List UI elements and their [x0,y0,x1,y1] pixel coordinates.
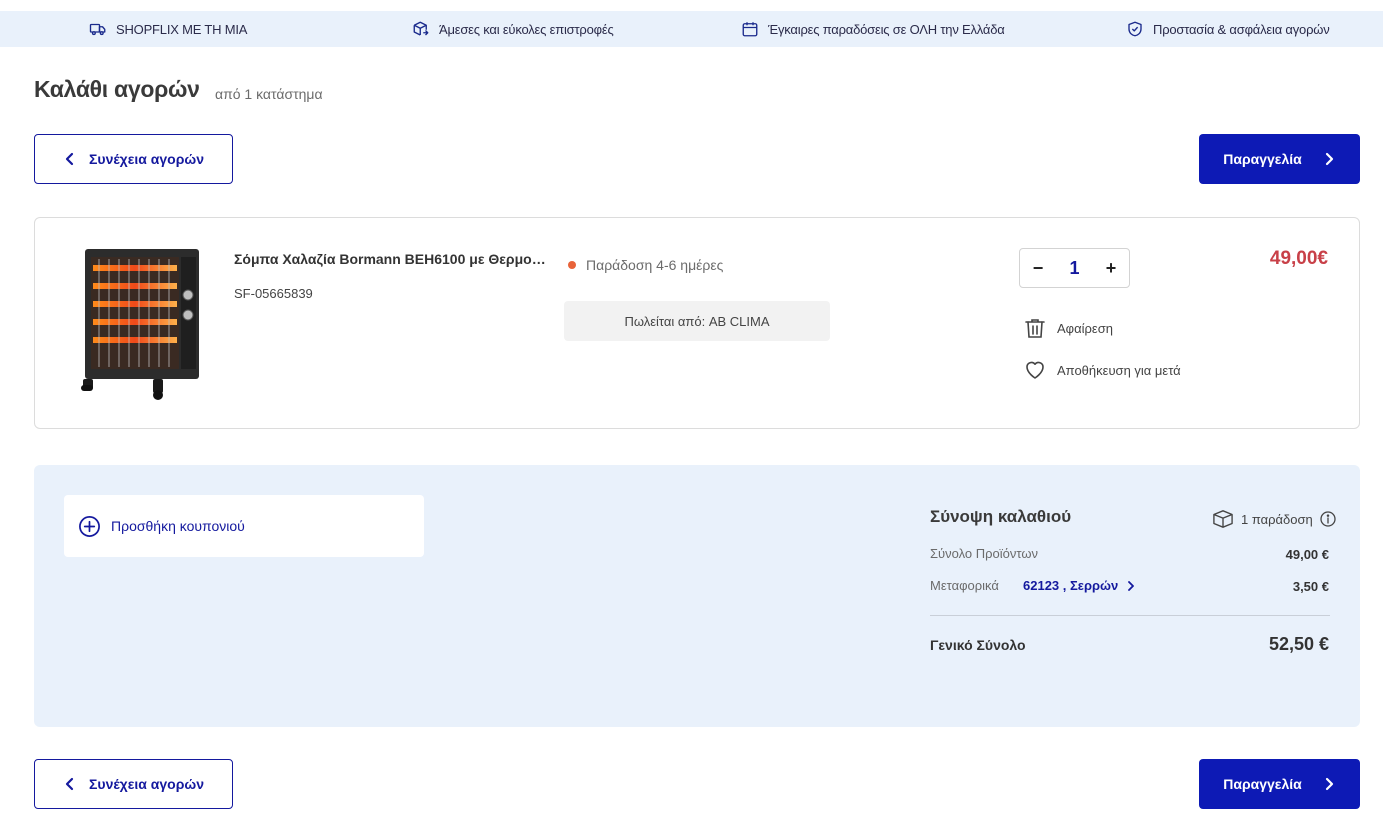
chevron-left-icon [65,777,74,791]
plus-circle-icon [79,515,100,537]
quantity-stepper: − 1 + [1019,248,1130,288]
chevron-right-icon [1325,152,1333,166]
item-price: 49,00€ [1269,248,1328,269]
truck-icon [89,23,106,36]
cart-summary-panel: Προσθήκη κουπονιού Σύνοψη καλαθιού 1 παρ… [34,465,1360,727]
add-coupon-button[interactable]: Προσθήκη κουπονιού [64,495,424,557]
page-subtitle: από 1 κατάστημα [215,86,323,102]
continue-shopping-button[interactable]: Συνέχεια αγορών [34,134,233,184]
product-name-link[interactable]: Σόμπα Χαλαζία Bormann BEH6100 με Θερμοστ… [234,251,554,267]
decrease-quantity-button[interactable]: − [1030,258,1046,279]
chevron-left-icon [65,152,74,166]
info-icon[interactable] [1320,511,1336,527]
top-info-bar: SHOPFLIX ΜΕ ΤΗ ΜΙΑ Άμεσες και εύκολες επ… [0,11,1383,47]
cart-item-card: Σόμπα Χαλαζία Bormann BEH6100 με Θερμοστ… [34,217,1360,429]
chevron-right-icon [1325,777,1333,791]
add-coupon-label: Προσθήκη κουπονιού [111,518,245,534]
feature-protection: Προστασία & ασφάλεια αγορών [1126,11,1330,47]
chevron-right-icon [1128,580,1135,591]
shipping-value: 3,50 € [1292,579,1329,594]
save-for-later-label: Αποθήκευση για μετά [1057,362,1181,378]
feature-shipping-text: SHOPFLIX ΜΕ ΤΗ ΜΙΑ [116,21,248,37]
order-button[interactable]: Παραγγελία [1199,134,1360,184]
feature-returns-text: Άμεσες και εύκολες επιστροφές [439,21,614,37]
delivery-text: Παράδοση 4-6 ημέρες [586,257,724,273]
quantity-value[interactable]: 1 [1069,258,1079,279]
feature-delivery: Έγκαιρες παραδόσεις σε ΟΛΗ την Ελλάδα [741,11,1005,47]
products-total-label: Σύνολο Προϊόντων [930,546,1039,561]
remove-item-button[interactable]: Αφαίρεση [1023,316,1113,340]
continue-shopping-button-bottom[interactable]: Συνέχεια αγορών [34,759,233,809]
product-sku: SF-05665839 [234,286,313,301]
feature-delivery-text: Έγκαιρες παραδόσεις σε ΟΛΗ την Ελλάδα [768,21,1005,37]
feature-protection-text: Προστασία & ασφάλεια αγορών [1153,21,1330,37]
return-box-icon [413,21,429,36]
deliveries-count: 1 παράδοση [1212,509,1336,529]
continue-shopping-label: Συνέχεια αγορών [89,776,204,792]
summary-divider [930,615,1330,616]
delivery-estimate: Παράδοση 4-6 ημέρες [568,257,723,273]
shipping-label: Μεταφορικά [930,578,999,593]
calendar-icon [742,22,758,37]
remove-item-label: Αφαίρεση [1057,320,1113,336]
continue-shopping-label: Συνέχεια αγορών [89,151,204,167]
page-title: Καλάθι αγορών [34,76,200,102]
products-total-value: 49,00 € [1285,547,1329,562]
order-label: Παραγγελία [1223,776,1302,792]
package-icon [1213,510,1233,528]
shield-check-icon [1128,21,1142,37]
shipping-location-link[interactable]: 62123 , Σερρών [1023,578,1136,593]
delivery-status-dot [568,261,576,269]
deliveries-text: 1 παράδοση [1241,511,1313,527]
feature-returns: Άμεσες και εύκολες επιστροφές [412,11,614,47]
summary-title: Σύνοψη καλαθιού [930,507,1072,526]
order-label: Παραγγελία [1223,151,1302,167]
product-image[interactable] [79,245,203,401]
grand-total-label: Γενικό Σύνολο [930,637,1026,653]
shipping-location-text: 62123 , Σερρών [1023,578,1119,593]
feature-shipping: SHOPFLIX ΜΕ ΤΗ ΜΙΑ [89,11,247,47]
increase-quantity-button[interactable]: + [1103,258,1119,279]
trash-icon [1025,319,1045,338]
heart-icon [1026,361,1044,379]
order-button-bottom[interactable]: Παραγγελία [1199,759,1360,809]
seller-badge: Πωλείται από: AB CLIMA [564,301,830,341]
grand-total-value: 52,50 € [1268,634,1329,654]
save-for-later-button[interactable]: Αποθήκευση για μετά [1023,358,1181,382]
